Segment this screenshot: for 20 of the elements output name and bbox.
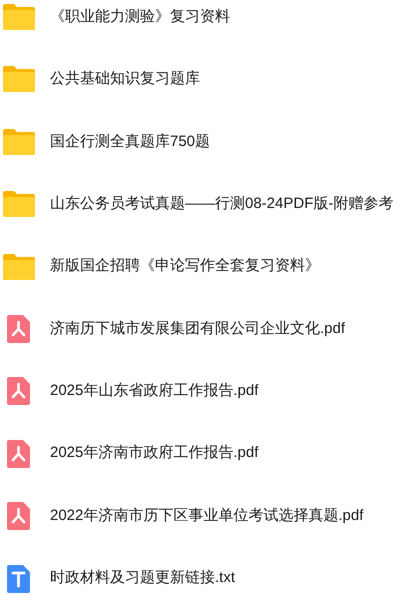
file-name[interactable]: 2022年济南市历下区事业单位考试选择真题.pdf — [50, 504, 364, 528]
file-name[interactable]: 时政材料及习题更新链接.txt — [50, 567, 236, 590]
folder-icon — [3, 66, 35, 92]
folder-icon — [3, 128, 35, 155]
folder-icon — [3, 254, 35, 280]
folder-name[interactable]: 公共基础知识复习题库 — [50, 68, 200, 91]
text-file-icon — [7, 564, 30, 593]
pdf-icon — [7, 377, 30, 406]
folder-name[interactable]: 新版国企招聘《申论写作全套复习资料》 — [50, 255, 320, 278]
file-name[interactable]: 2025年山东省政府工作报告.pdf — [50, 380, 258, 403]
folder-name[interactable]: 国企行测全真题库750题 — [50, 130, 210, 154]
pdf-icon — [7, 440, 30, 468]
pdf-icon — [7, 502, 30, 530]
folder-icon — [3, 191, 35, 218]
file-name[interactable]: 济南历下城市发展集团有限公司企业文化.pdf — [50, 318, 346, 340]
file-name[interactable]: 2025年济南市政府工作报告.pdf — [50, 442, 258, 465]
folder-icon — [3, 4, 35, 30]
pdf-icon — [7, 314, 30, 343]
folder-name[interactable]: 山东公务员考试真题——行测08-24PDF版-附赠参考 — [50, 192, 394, 216]
folder-name[interactable]: 《职业能力测验》复习资料 — [50, 6, 230, 28]
